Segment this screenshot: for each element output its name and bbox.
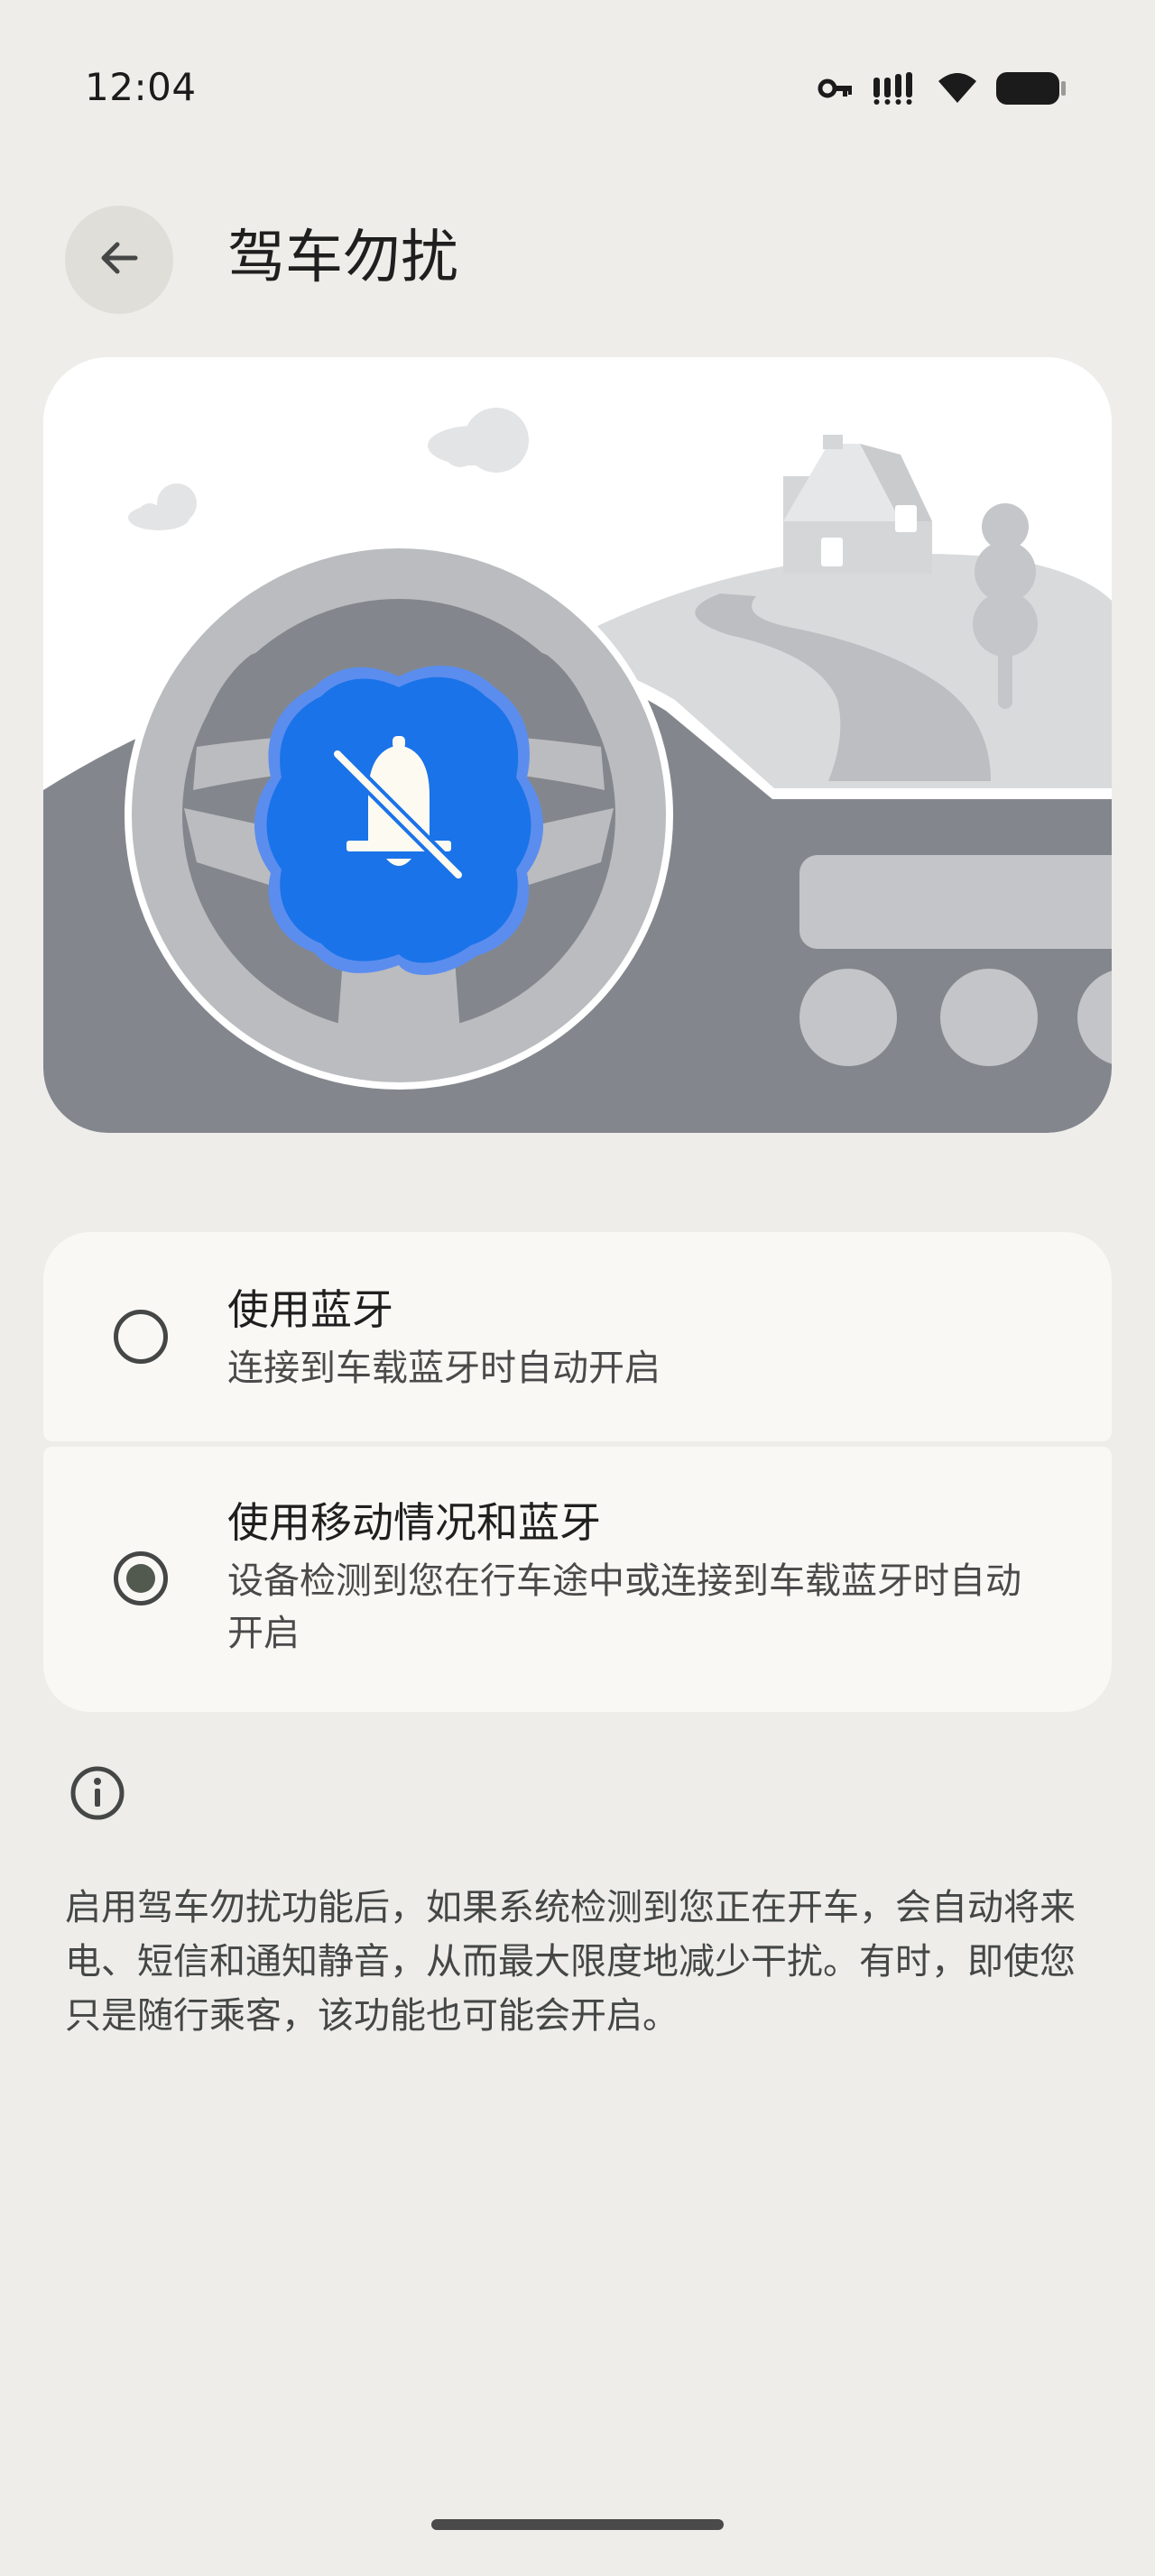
- option-motion-and-bluetooth[interactable]: 使用移动情况和蓝牙 设备检测到您在行车途中或连接到车载蓝牙时自动开启: [43, 1447, 1112, 1712]
- option-bluetooth[interactable]: 使用蓝牙 连接到车载蓝牙时自动开启: [43, 1232, 1112, 1441]
- info-description: 启用驾车勿扰功能后，如果系统检测到您正在开车，会自动将来电、短信和通知静音，从而…: [65, 1887, 1076, 2037]
- page-title: 驾车勿扰: [227, 225, 458, 291]
- radio-button-selected[interactable]: [114, 1551, 168, 1605]
- status-icons: [818, 70, 1068, 110]
- battery-icon: [996, 70, 1068, 110]
- vpn-key-icon: [818, 77, 854, 104]
- hero-illustration: [43, 357, 1112, 1133]
- radio-button[interactable]: [114, 1310, 168, 1364]
- arrow-back-icon: [96, 235, 143, 285]
- option-text: 使用蓝牙 连接到车载蓝牙时自动开启: [227, 1283, 1030, 1394]
- wifi-icon: [937, 72, 978, 108]
- gesture-nav-handle[interactable]: [431, 2519, 724, 2530]
- status-bar: 12:04: [0, 0, 1155, 180]
- radio-dot: [126, 1564, 155, 1593]
- option-text: 使用移动情况和蓝牙 设备检测到您在行车途中或连接到车载蓝牙时自动开启: [227, 1495, 1030, 1660]
- info-icon: [69, 1764, 126, 1822]
- notifications-off-badge: [254, 665, 543, 975]
- option-title: 使用蓝牙: [227, 1285, 393, 1334]
- status-time: 12:04: [85, 65, 197, 109]
- option-subtitle: 连接到车载蓝牙时自动开启: [227, 1348, 661, 1389]
- option-subtitle: 设备检测到您在行车途中或连接到车载蓝牙时自动开启: [227, 1560, 1021, 1654]
- back-button[interactable]: [65, 206, 173, 314]
- signal-icon: [872, 72, 919, 108]
- option-title: 使用移动情况和蓝牙: [227, 1498, 601, 1547]
